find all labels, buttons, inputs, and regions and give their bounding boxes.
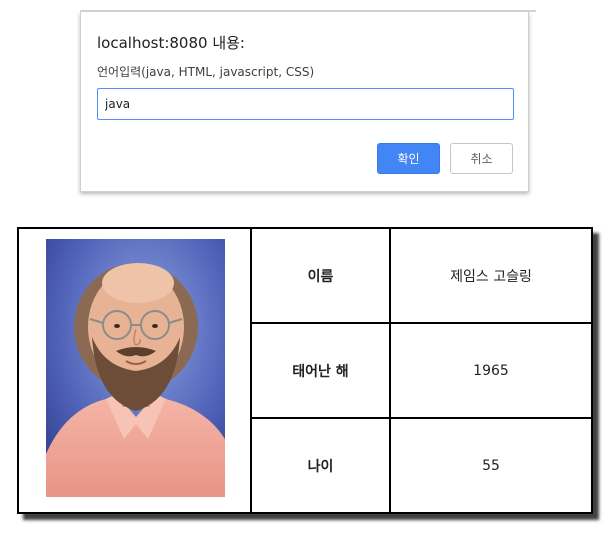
dialog-title: localhost:8080 내용: (97, 34, 245, 52)
value-name: 제임스 고슬링 (391, 229, 591, 324)
value-birth-year: 1965 (391, 324, 591, 419)
prompt-dialog: localhost:8080 내용: 언어입력(java, HTML, java… (80, 12, 529, 192)
portrait-photo (46, 239, 225, 497)
prompt-input[interactable] (97, 88, 514, 120)
header-age: 나이 (252, 419, 391, 512)
profile-table: 이름 제임스 고슬링 태어난 해 1965 나이 55 (17, 227, 593, 514)
header-birth-year: 태어난 해 (252, 324, 391, 419)
ok-button[interactable]: 확인 (377, 143, 440, 174)
value-age: 55 (482, 457, 500, 474)
dialog-message: 언어입력(java, HTML, javascript, CSS) (97, 65, 315, 79)
cancel-button[interactable]: 취소 (450, 143, 513, 174)
photo-cell (19, 229, 252, 512)
header-name: 이름 (252, 229, 391, 324)
